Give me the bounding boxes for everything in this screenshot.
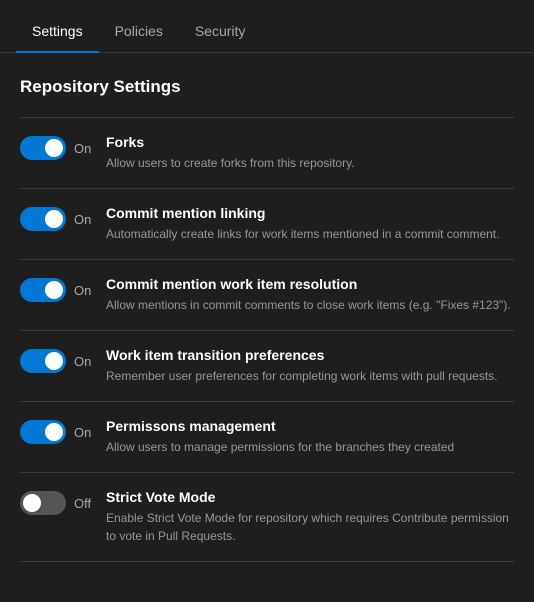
top-navigation: SettingsPoliciesSecurity [0, 0, 534, 53]
tab-settings[interactable]: Settings [16, 11, 99, 53]
setting-text-commit-mention-resolution: Commit mention work item resolution Allow… [106, 276, 514, 314]
setting-row-commit-mention-resolution: On Commit mention work item resolution All… [20, 260, 514, 331]
setting-desc-work-item-transition: Remember user preferences for completing… [106, 367, 514, 385]
toggle-strict-vote-mode[interactable] [20, 491, 66, 515]
toggle-knob-permissions-management [45, 423, 63, 441]
main-content: Repository Settings On Forks Allow users t… [0, 53, 534, 582]
settings-list: On Forks Allow users to create forks from … [20, 117, 514, 562]
setting-row-permissions-management: On Permissons management Allow users to ma… [20, 402, 514, 473]
toggle-commit-mention-linking[interactable] [20, 207, 66, 231]
setting-text-permissions-management: Permissons management Allow users to mana… [106, 418, 514, 456]
toggle-work-item-transition[interactable] [20, 349, 66, 373]
setting-text-work-item-transition: Work item transition preferences Remember… [106, 347, 514, 385]
setting-name-permissions-management: Permissons management [106, 418, 514, 434]
toggle-area-commit-mention-linking: On [20, 205, 94, 231]
toggle-area-work-item-transition: On [20, 347, 94, 373]
setting-name-commit-mention-resolution: Commit mention work item resolution [106, 276, 514, 292]
toggle-label-work-item-transition: On [74, 354, 94, 369]
tab-policies[interactable]: Policies [99, 11, 179, 53]
toggle-area-commit-mention-resolution: On [20, 276, 94, 302]
setting-text-commit-mention-linking: Commit mention linking Automatically crea… [106, 205, 514, 243]
setting-desc-forks: Allow users to create forks from this re… [106, 154, 514, 172]
setting-desc-commit-mention-resolution: Allow mentions in commit comments to clo… [106, 296, 514, 314]
toggle-knob-work-item-transition [45, 352, 63, 370]
toggle-area-forks: On [20, 134, 94, 160]
setting-name-work-item-transition: Work item transition preferences [106, 347, 514, 363]
setting-name-commit-mention-linking: Commit mention linking [106, 205, 514, 221]
toggle-forks[interactable] [20, 136, 66, 160]
setting-text-forks: Forks Allow users to create forks from th… [106, 134, 514, 172]
toggle-knob-commit-mention-linking [45, 210, 63, 228]
toggle-knob-strict-vote-mode [23, 494, 41, 512]
toggle-label-forks: On [74, 141, 94, 156]
tab-security[interactable]: Security [179, 11, 262, 53]
setting-text-strict-vote-mode: Strict Vote Mode Enable Strict Vote Mode … [106, 489, 514, 545]
toggle-label-strict-vote-mode: Off [74, 496, 94, 511]
setting-desc-commit-mention-linking: Automatically create links for work item… [106, 225, 514, 243]
toggle-commit-mention-resolution[interactable] [20, 278, 66, 302]
setting-name-forks: Forks [106, 134, 514, 150]
setting-desc-strict-vote-mode: Enable Strict Vote Mode for repository w… [106, 509, 514, 545]
toggle-label-commit-mention-resolution: On [74, 283, 94, 298]
setting-row-forks: On Forks Allow users to create forks from … [20, 118, 514, 189]
toggle-label-commit-mention-linking: On [74, 212, 94, 227]
setting-desc-permissions-management: Allow users to manage permissions for th… [106, 438, 514, 456]
setting-name-strict-vote-mode: Strict Vote Mode [106, 489, 514, 505]
toggle-area-permissions-management: On [20, 418, 94, 444]
toggle-knob-forks [45, 139, 63, 157]
section-title: Repository Settings [20, 77, 514, 97]
setting-row-strict-vote-mode: Off Strict Vote Mode Enable Strict Vote Mo… [20, 473, 514, 562]
setting-row-work-item-transition: On Work item transition preferences Rememb… [20, 331, 514, 402]
setting-row-commit-mention-linking: On Commit mention linking Automatically cr… [20, 189, 514, 260]
toggle-permissions-management[interactable] [20, 420, 66, 444]
toggle-knob-commit-mention-resolution [45, 281, 63, 299]
toggle-area-strict-vote-mode: Off [20, 489, 94, 515]
toggle-label-permissions-management: On [74, 425, 94, 440]
